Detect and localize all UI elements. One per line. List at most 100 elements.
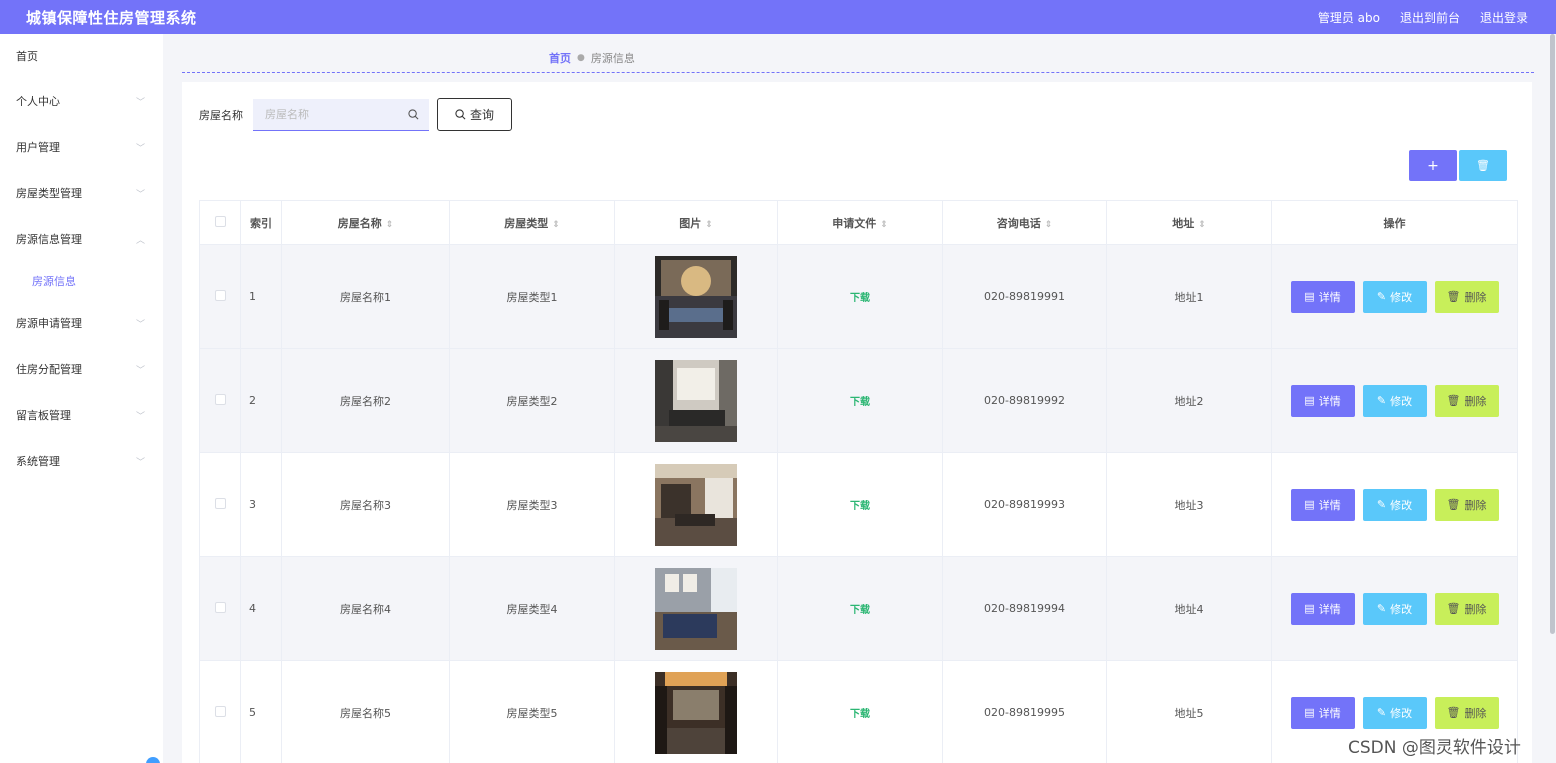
logout-link[interactable]: 退出登录 — [1480, 9, 1528, 26]
sidebar-item-system[interactable]: 系统管理 ﹀ — [0, 438, 163, 484]
column-header-address[interactable]: 地址 ⇕ — [1106, 200, 1272, 245]
delete-button[interactable]: 🗑 删除 — [1434, 384, 1499, 417]
chevron-up-icon: ︿ — [135, 235, 145, 246]
row-type: 房屋类型4 — [449, 556, 615, 661]
detail-button[interactable]: ▤ 详情 — [1290, 280, 1355, 313]
sort-icon[interactable]: ⇕ — [705, 220, 713, 230]
download-link[interactable]: 下载 — [850, 293, 870, 304]
row-image-cell — [614, 660, 778, 763]
sort-icon[interactable]: ⇕ — [880, 220, 888, 230]
page-scrollbar[interactable] — [1550, 34, 1555, 634]
column-header-phone[interactable]: 咨询电话 ⇕ — [942, 200, 1107, 245]
chevron-down-icon: ﹀ — [135, 189, 145, 200]
detail-label: 详情 — [1318, 498, 1341, 512]
column-header-label: 申请文件 — [832, 216, 877, 230]
row-checkbox[interactable] — [214, 705, 226, 717]
sidebar-item-profile[interactable]: 个人中心 ﹀ — [0, 78, 163, 124]
float-dot-icon[interactable] — [146, 757, 160, 763]
edit-icon: ✎ — [1376, 706, 1387, 719]
sort-icon[interactable]: ⇕ — [1045, 220, 1053, 230]
sidebar-item-house-types[interactable]: 房屋类型管理 ﹀ — [0, 170, 163, 216]
sort-icon[interactable]: ⇕ — [1198, 220, 1206, 230]
detail-button[interactable]: ▤ 详情 — [1290, 592, 1355, 625]
detail-button[interactable]: ▤ 详情 — [1290, 488, 1355, 521]
column-header-name[interactable]: 房屋名称 ⇕ — [281, 200, 450, 245]
delete-button[interactable]: 🗑 删除 — [1434, 592, 1499, 625]
column-header-index: 索引 — [240, 200, 282, 245]
breadcrumb-current: 房源信息 — [590, 52, 635, 65]
edit-label: 修改 — [1390, 498, 1413, 512]
search-button[interactable]: 查询 — [437, 98, 512, 131]
edit-button[interactable]: ✎ 修改 — [1362, 488, 1427, 521]
row-file-cell: 下载 — [777, 244, 943, 349]
row-checkbox[interactable] — [214, 289, 226, 301]
row-name: 房屋名称4 — [281, 556, 450, 661]
search-input[interactable] — [265, 107, 395, 121]
to-front-link[interactable]: 退出到前台 — [1400, 9, 1460, 26]
sidebar-item-users[interactable]: 用户管理 ﹀ — [0, 124, 163, 170]
download-link[interactable]: 下载 — [850, 397, 870, 408]
row-image-cell — [614, 244, 778, 349]
row-checkbox[interactable] — [214, 393, 226, 405]
column-header-image[interactable]: 图片 ⇕ — [614, 200, 778, 245]
edit-button[interactable]: ✎ 修改 — [1362, 696, 1427, 729]
document-icon: ▤ — [1304, 602, 1315, 615]
detail-label: 详情 — [1318, 290, 1341, 304]
row-index: 3 — [240, 452, 282, 557]
sidebar-item-messages[interactable]: 留言板管理 ﹀ — [0, 392, 163, 438]
delete-button[interactable]: 🗑 删除 — [1434, 696, 1499, 729]
plus-icon: + — [1427, 157, 1439, 174]
edit-label: 修改 — [1390, 602, 1413, 616]
row-select-cell — [199, 244, 241, 349]
sidebar-item-applications[interactable]: 房源申请管理 ﹀ — [0, 300, 163, 346]
sort-icon[interactable]: ⇕ — [552, 220, 560, 230]
edit-button[interactable]: ✎ 修改 — [1362, 592, 1427, 625]
listings-table: 索引 房屋名称 ⇕ 房屋类型 ⇕ 图片 ⇕ 申请文件 ⇕ 咨询电话 ⇕ 地址 ⇕ 操作 1 … — [199, 200, 1518, 763]
table-header-row: 索引 房屋名称 ⇕ 房屋类型 ⇕ 图片 ⇕ 申请文件 ⇕ 咨询电话 ⇕ 地址 ⇕ 操作 — [199, 200, 1518, 245]
search-icon — [455, 109, 466, 120]
column-header-file[interactable]: 申请文件 ⇕ — [777, 200, 943, 245]
search-button-label: 查询 — [469, 108, 494, 122]
house-photo — [655, 255, 737, 338]
row-checkbox[interactable] — [214, 601, 226, 613]
trash-icon: 🗑 — [1476, 159, 1490, 172]
row-name: 房屋名称2 — [281, 348, 450, 453]
column-header-label: 图片 — [679, 216, 702, 230]
sidebar-item-allocation[interactable]: 住房分配管理 ﹀ — [0, 346, 163, 392]
select-all-checkbox[interactable] — [214, 215, 226, 227]
edit-icon: ✎ — [1376, 290, 1387, 303]
row-phone: 020-89819992 — [942, 348, 1107, 453]
detail-button[interactable]: ▤ 详情 — [1290, 696, 1355, 729]
chevron-down-icon: ﹀ — [135, 319, 145, 330]
detail-button[interactable]: ▤ 详情 — [1290, 384, 1355, 417]
row-index: 1 — [240, 244, 282, 349]
row-image-cell — [614, 452, 778, 557]
delete-button[interactable]: 🗑 删除 — [1434, 488, 1499, 521]
row-phone: 020-89819994 — [942, 556, 1107, 661]
delete-button[interactable]: 🗑 删除 — [1434, 280, 1499, 313]
sidebar-subitem-listing-info[interactable]: 房源信息 — [0, 262, 163, 300]
row-file-cell: 下载 — [777, 348, 943, 453]
house-photo — [655, 359, 737, 442]
batch-delete-button[interactable]: 🗑 — [1459, 150, 1507, 181]
add-button[interactable]: + — [1409, 150, 1457, 181]
edit-button[interactable]: ✎ 修改 — [1362, 384, 1427, 417]
row-address: 地址4 — [1106, 556, 1272, 661]
breadcrumb-home[interactable]: 首页 — [549, 50, 571, 66]
search-form: 房屋名称 查询 — [199, 98, 512, 131]
sidebar-item-home[interactable]: 首页 — [0, 34, 163, 78]
download-link[interactable]: 下载 — [850, 709, 870, 720]
chevron-down-icon: ﹀ — [135, 457, 145, 468]
download-link[interactable]: 下载 — [850, 605, 870, 616]
delete-label: 删除 — [1464, 498, 1487, 512]
edit-icon: ✎ — [1376, 498, 1387, 511]
row-checkbox[interactable] — [214, 497, 226, 509]
row-type: 房屋类型5 — [449, 660, 615, 763]
column-header-type[interactable]: 房屋类型 ⇕ — [449, 200, 615, 245]
sidebar-item-listings[interactable]: 房源信息管理 ︿ — [0, 216, 163, 262]
trash-icon: 🗑 — [1446, 394, 1461, 407]
edit-button[interactable]: ✎ 修改 — [1362, 280, 1427, 313]
row-phone: 020-89819995 — [942, 660, 1107, 763]
sort-icon[interactable]: ⇕ — [386, 220, 394, 230]
download-link[interactable]: 下载 — [850, 501, 870, 512]
